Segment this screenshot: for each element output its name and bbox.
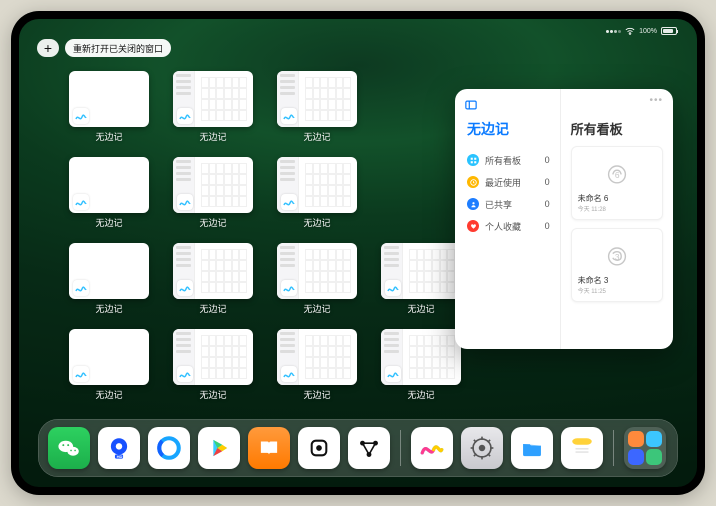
sidebar-toggle-icon[interactable] <box>465 97 477 115</box>
freeform-floating-window[interactable]: ••• 无边记 所有看板 0 最近使用 0 已共享 0 个人收藏 0 <box>455 89 673 349</box>
app-expose-grid: 无边记 无边记 无边记 无边记 无边记 无边记 <box>69 71 461 401</box>
window-thumbnail[interactable]: 无边记 <box>381 243 461 315</box>
window-thumbnail[interactable]: 无边记 <box>69 243 149 315</box>
window-thumbnail[interactable]: 无边记 <box>277 329 357 401</box>
board-subtitle: 今天 11:28 <box>578 204 656 213</box>
svg-text:HD: HD <box>117 454 123 459</box>
window-label: 无边记 <box>303 388 330 401</box>
dock-divider <box>613 430 614 466</box>
window-label: 无边记 <box>95 302 122 315</box>
freeform-badge-icon <box>385 366 401 382</box>
panel-content: 所有看板 6 未命名 6 今天 11:28 3 未命名 3 今天 11:25 <box>560 89 673 349</box>
window-label: 无边记 <box>303 130 330 143</box>
dock-app-library[interactable] <box>624 427 666 469</box>
panel-sidebar: 无边记 所有看板 0 最近使用 0 已共享 0 个人收藏 0 <box>455 89 560 349</box>
sidebar-item-recent[interactable]: 最近使用 0 <box>467 171 550 193</box>
board-card[interactable]: 3 未命名 3 今天 11:25 <box>571 228 663 302</box>
dock-divider <box>400 430 401 466</box>
window-thumbnail[interactable]: 无边记 <box>69 157 149 229</box>
board-subtitle: 今天 11:25 <box>578 286 656 295</box>
sidebar-item-favorites[interactable]: 个人收藏 0 <box>467 215 550 237</box>
count-badge: 0 <box>545 221 550 231</box>
panel-section-title: 所有看板 <box>571 119 663 138</box>
freeform-badge-icon <box>73 194 89 210</box>
cell-signal-icon <box>606 30 621 33</box>
dock-app-wechat[interactable] <box>48 427 90 469</box>
dock-app-files[interactable] <box>511 427 553 469</box>
count-badge: 0 <box>545 199 550 209</box>
freeform-badge-icon <box>385 280 401 296</box>
status-bar: 100% <box>19 24 697 38</box>
window-label: 无边记 <box>303 216 330 229</box>
window-label: 无边记 <box>95 130 122 143</box>
reopen-closed-window-button[interactable]: 重新打开已关闭的窗口 <box>65 39 171 57</box>
window-label: 无边记 <box>407 388 434 401</box>
dock-app-books[interactable] <box>248 427 290 469</box>
window-thumbnail[interactable]: 无边记 <box>173 329 253 401</box>
recent-icon <box>467 176 479 188</box>
dock-app-hd-video[interactable]: HD <box>98 427 140 469</box>
window-thumbnail[interactable]: 无边记 <box>381 329 461 401</box>
count-badge: 0 <box>545 155 550 165</box>
more-options-icon[interactable]: ••• <box>649 95 663 106</box>
board-card[interactable]: 6 未命名 6 今天 11:28 <box>571 146 663 220</box>
board-name: 未命名 3 <box>578 275 656 286</box>
window-label: 无边记 <box>95 216 122 229</box>
window-label: 无边记 <box>199 216 226 229</box>
dock: HD <box>38 419 678 477</box>
window-label: 无边记 <box>199 388 226 401</box>
freeform-badge-icon <box>177 194 193 210</box>
ipad-device-frame: 100% + 重新打开已关闭的窗口 无边记 无边记 无边记 <box>11 11 705 495</box>
app-library-grid-icon <box>628 431 662 465</box>
window-thumbnail[interactable]: 无边记 <box>69 329 149 401</box>
shared-icon <box>467 198 479 210</box>
dock-app-browser[interactable] <box>148 427 190 469</box>
window-thumbnail[interactable]: 无边记 <box>173 243 253 315</box>
svg-text:6: 6 <box>615 170 620 180</box>
window-thumbnail[interactable]: 无边记 <box>277 71 357 143</box>
window-label: 无边记 <box>303 302 330 315</box>
freeform-badge-icon <box>73 108 89 124</box>
window-thumbnail[interactable]: 无边记 <box>173 157 253 229</box>
board-thumb-icon: 6 <box>578 153 656 193</box>
dock-app-cube[interactable] <box>298 427 340 469</box>
freeform-badge-icon <box>73 366 89 382</box>
window-thumbnail[interactable]: 无边记 <box>277 157 357 229</box>
battery-icon <box>661 27 677 35</box>
freeform-badge-icon <box>177 280 193 296</box>
sidebar-item-all-boards[interactable]: 所有看板 0 <box>467 149 550 171</box>
count-badge: 0 <box>545 177 550 187</box>
svg-text:3: 3 <box>615 252 620 262</box>
board-thumb-icon: 3 <box>578 235 656 275</box>
freeform-badge-icon <box>177 108 193 124</box>
dock-app-freeform[interactable] <box>411 427 453 469</box>
sidebar-item-shared[interactable]: 已共享 0 <box>467 193 550 215</box>
window-label: 无边记 <box>95 388 122 401</box>
new-window-button[interactable]: + <box>37 39 59 57</box>
top-bar: + 重新打开已关闭的窗口 <box>37 39 171 57</box>
freeform-badge-icon <box>73 280 89 296</box>
freeform-badge-icon <box>281 280 297 296</box>
dock-app-notes[interactable] <box>561 427 603 469</box>
dock-app-settings[interactable] <box>461 427 503 469</box>
window-thumbnail[interactable]: 无边记 <box>173 71 253 143</box>
window-thumbnail[interactable]: 无边记 <box>277 243 357 315</box>
window-label: 无边记 <box>199 130 226 143</box>
window-thumbnail[interactable]: 无边记 <box>69 71 149 143</box>
window-label: 无边记 <box>407 302 434 315</box>
wifi-icon <box>625 27 635 35</box>
all-boards-icon <box>467 154 479 166</box>
dock-app-graph[interactable] <box>348 427 390 469</box>
window-label: 无边记 <box>199 302 226 315</box>
dock-app-playstore[interactable] <box>198 427 240 469</box>
freeform-badge-icon <box>281 194 297 210</box>
board-name: 未命名 6 <box>578 193 656 204</box>
freeform-badge-icon <box>177 366 193 382</box>
favorites-icon <box>467 220 479 232</box>
freeform-badge-icon <box>281 108 297 124</box>
freeform-badge-icon <box>281 366 297 382</box>
ipad-screen: 100% + 重新打开已关闭的窗口 无边记 无边记 无边记 <box>19 19 697 487</box>
battery-pct: 100% <box>639 28 657 35</box>
sidebar-title: 无边记 <box>467 119 550 139</box>
